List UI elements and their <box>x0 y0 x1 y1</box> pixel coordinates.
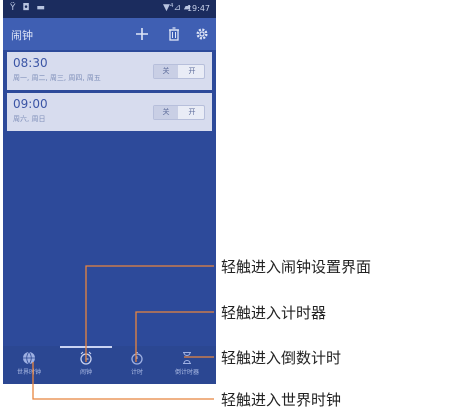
callout-countdown: 轻触进入倒数计时 <box>221 350 342 367</box>
callout-line-world-clock <box>32 362 214 400</box>
callout-stopwatch: 轻触进入计时器 <box>221 305 327 322</box>
callout-alarm-settings: 轻触进入闹钟设置界面 <box>221 259 372 276</box>
callout-world-clock: 轻触进入世界时钟 <box>221 392 342 409</box>
callout-line-stopwatch <box>135 311 214 362</box>
callout-line-alarm <box>85 265 214 362</box>
